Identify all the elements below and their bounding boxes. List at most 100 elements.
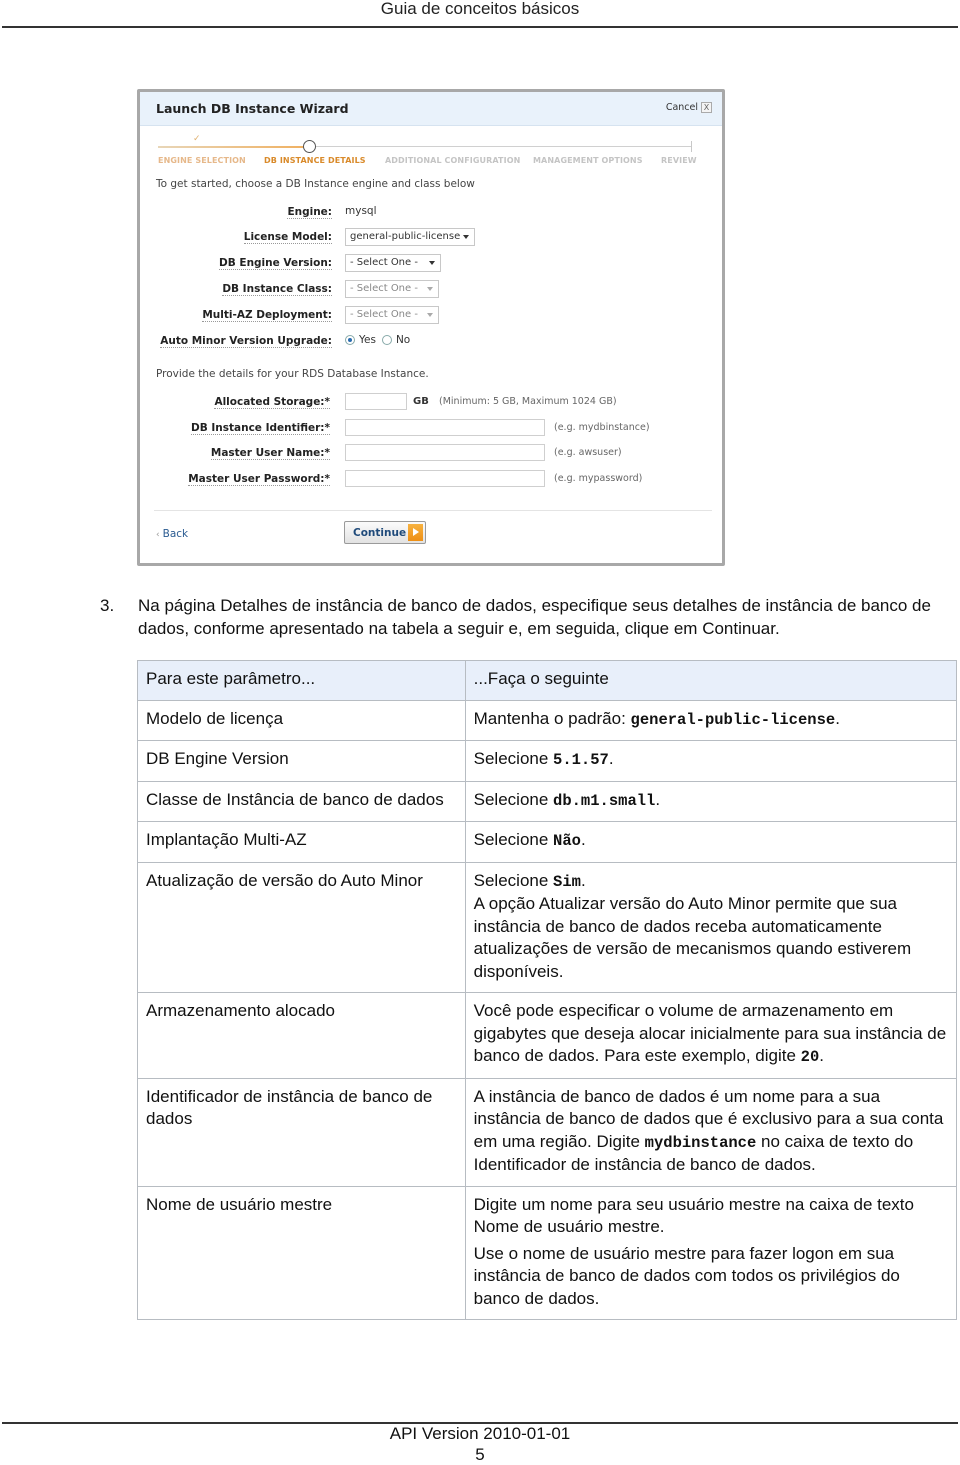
parameter-cell: Implantação Multi-AZ: [137, 821, 466, 863]
auto-minor-yes-radio[interactable]: [345, 335, 355, 345]
chevron-down-icon: [427, 313, 433, 317]
multi-az-label: Multi-AZ Deployment:: [202, 309, 332, 322]
table-row: Implantação Multi-AZ Selecione Não.: [137, 821, 958, 863]
parameter-cell: DB Engine Version: [137, 740, 466, 782]
step-engine-selection[interactable]: ENGINE SELECTION: [158, 156, 246, 165]
action-text-prefix: Selecione: [473, 789, 554, 809]
table-row: Atualização de versão do Auto Minor Selec…: [137, 861, 958, 993]
db-instance-class-select[interactable]: - Select One -: [345, 280, 439, 298]
arrow-right-icon: [408, 524, 423, 541]
table-row: DB Engine Version Selecione 5.1.57.: [137, 740, 958, 782]
code-value: 5.1.57: [553, 751, 609, 769]
action-cell: Selecione 5.1.57.: [464, 740, 958, 782]
action-text: Mantenha o padrão: general-public-licens…: [474, 708, 948, 732]
allocated-storage-row: Allocated Storage:* GB (Minimum: 5 GB, M…: [140, 393, 720, 413]
master-user-password-label: Master User Password:*: [188, 473, 330, 486]
db-instance-identifier-input[interactable]: [345, 419, 545, 436]
action-cell: A instância de banco de dados é um nome …: [464, 1077, 958, 1187]
parameter-cell: Nome de usuário mestre: [137, 1185, 466, 1320]
action-text-suffix: .: [608, 749, 614, 768]
parameter-cell: Identificador de instância de banco de d…: [137, 1077, 466, 1187]
db-instance-class-value: - Select One -: [350, 283, 418, 294]
auto-minor-no-radio[interactable]: [381, 335, 392, 345]
master-user-name-input[interactable]: [345, 444, 545, 461]
action-text: Selecione Não.: [474, 829, 948, 853]
storage-unit: GB: [413, 396, 429, 407]
step-db-instance-details: DB INSTANCE DETAILS: [264, 156, 366, 165]
back-label: Back: [162, 528, 189, 540]
auto-minor-radio-group: Yes No: [345, 334, 410, 346]
allocated-storage-hint: (Minimum: 5 GB, Maximum 1024 GB): [439, 396, 617, 407]
column-header-action: ...Faça o seguinte: [464, 660, 958, 701]
step-number: 3.: [100, 596, 115, 615]
page-header: Guia de conceitos básicos: [0, 0, 960, 28]
continue-button[interactable]: Continue: [344, 521, 426, 544]
launch-db-instance-wizard: Launch DB Instance Wizard Cancel X ✓ ENG…: [137, 89, 725, 566]
table-row: Nome de usuário mestre Digite um nome par…: [137, 1185, 958, 1320]
close-icon[interactable]: X: [701, 102, 712, 113]
multi-az-select[interactable]: - Select One -: [345, 306, 439, 324]
allocated-storage-input[interactable]: [345, 393, 407, 410]
progress-track-complete: [158, 146, 308, 148]
action-text-prefix: Selecione: [473, 749, 554, 768]
action-text: Selecione db.m1.small.: [474, 789, 948, 813]
license-model-select[interactable]: general-public-license: [345, 228, 475, 246]
auto-minor-label: Auto Minor Version Upgrade:: [160, 335, 332, 348]
action-text-suffix: .: [655, 789, 661, 809]
master-user-name-label: Master User Name:*: [210, 447, 330, 460]
parameter-cell: Classe de Instância de banco de dados: [137, 780, 466, 822]
action-cell: Selecione db.m1.small.: [464, 780, 958, 822]
parameter-table: Para este parâmetro... ...Faça o seguint…: [137, 660, 958, 1320]
wizard-intro-text: To get started, choose a DB Instance eng…: [156, 178, 475, 190]
action-text-prefix: Selecione: [473, 870, 554, 890]
back-button[interactable]: ‹ Back: [156, 528, 188, 540]
chevron-down-icon: [463, 235, 469, 239]
action-cell: Digite um nome para seu usuário mestre n…: [464, 1185, 958, 1320]
license-model-row: License Model: general-public-license: [140, 228, 720, 248]
license-model-label: License Model:: [243, 231, 332, 244]
action-cell: Mantenha o padrão: general-public-licens…: [464, 699, 958, 741]
step-additional-configuration: ADDITIONAL CONFIGURATION: [385, 156, 521, 165]
code-value: general-public-license: [630, 710, 836, 729]
action-note: A opção Atualizar versão do Auto Minor p…: [473, 894, 912, 981]
code-value: mydbinstance: [644, 1133, 757, 1152]
action-text: Digite um nome para seu usuário mestre n…: [474, 1194, 948, 1239]
action-text-suffix: .: [819, 1046, 824, 1065]
cancel-button[interactable]: Cancel X: [666, 102, 712, 113]
provide-details-text: Provide the details for your RDS Databas…: [156, 368, 429, 380]
auto-minor-no-label[interactable]: No: [396, 334, 410, 346]
wizard-titlebar: Launch DB Instance Wizard Cancel X: [140, 92, 722, 126]
continue-label: Continue: [353, 526, 407, 539]
action-text: Você pode especificar o volume de armaze…: [474, 1000, 948, 1069]
master-user-password-input[interactable]: [345, 470, 545, 487]
auto-minor-yes-label[interactable]: Yes: [359, 334, 376, 346]
action-text-prefix: Selecione: [473, 830, 554, 849]
step-text: Na página Detalhes de instância de banco…: [138, 596, 931, 638]
progress-end-marker: [691, 141, 692, 152]
table-header-row: Para este parâmetro... ...Faça o seguint…: [137, 660, 958, 701]
auto-minor-row: Auto Minor Version Upgrade: Yes No: [140, 332, 720, 352]
action-text: Selecione Sim.: [474, 870, 948, 894]
db-engine-version-value: - Select One -: [350, 257, 418, 268]
engine-label: Engine:: [287, 206, 332, 219]
wizard-title: Launch DB Instance Wizard: [156, 101, 349, 116]
action-text-suffix: .: [580, 830, 586, 849]
header-divider: [2, 26, 958, 28]
engine-value: mysql: [345, 205, 377, 217]
code-value: Não: [553, 832, 581, 850]
code-value: Sim: [553, 872, 581, 891]
table-row: Armazenamento alocado Você pode especific…: [137, 992, 958, 1079]
license-model-value: general-public-license: [350, 231, 461, 242]
action-text-prefix: Digite um nome para seu usuário mestre n…: [473, 1194, 914, 1237]
table-row: Modelo de licença Mantenha o padrão: gene…: [137, 699, 958, 741]
multi-az-row: Multi-AZ Deployment: - Select One -: [140, 306, 720, 326]
step-review: REVIEW: [661, 156, 697, 165]
document-title: Guia de conceitos básicos: [380, 0, 580, 18]
multi-az-value: - Select One -: [350, 309, 418, 320]
table-row: Classe de Instância de banco de dados Sel…: [137, 780, 958, 822]
db-engine-version-select[interactable]: - Select One -: [345, 254, 441, 272]
action-text-suffix: .: [580, 870, 586, 890]
action-text: Selecione 5.1.57.: [474, 748, 948, 772]
page-number: 5: [475, 1445, 485, 1464]
parameter-cell: Modelo de licença: [137, 699, 466, 741]
